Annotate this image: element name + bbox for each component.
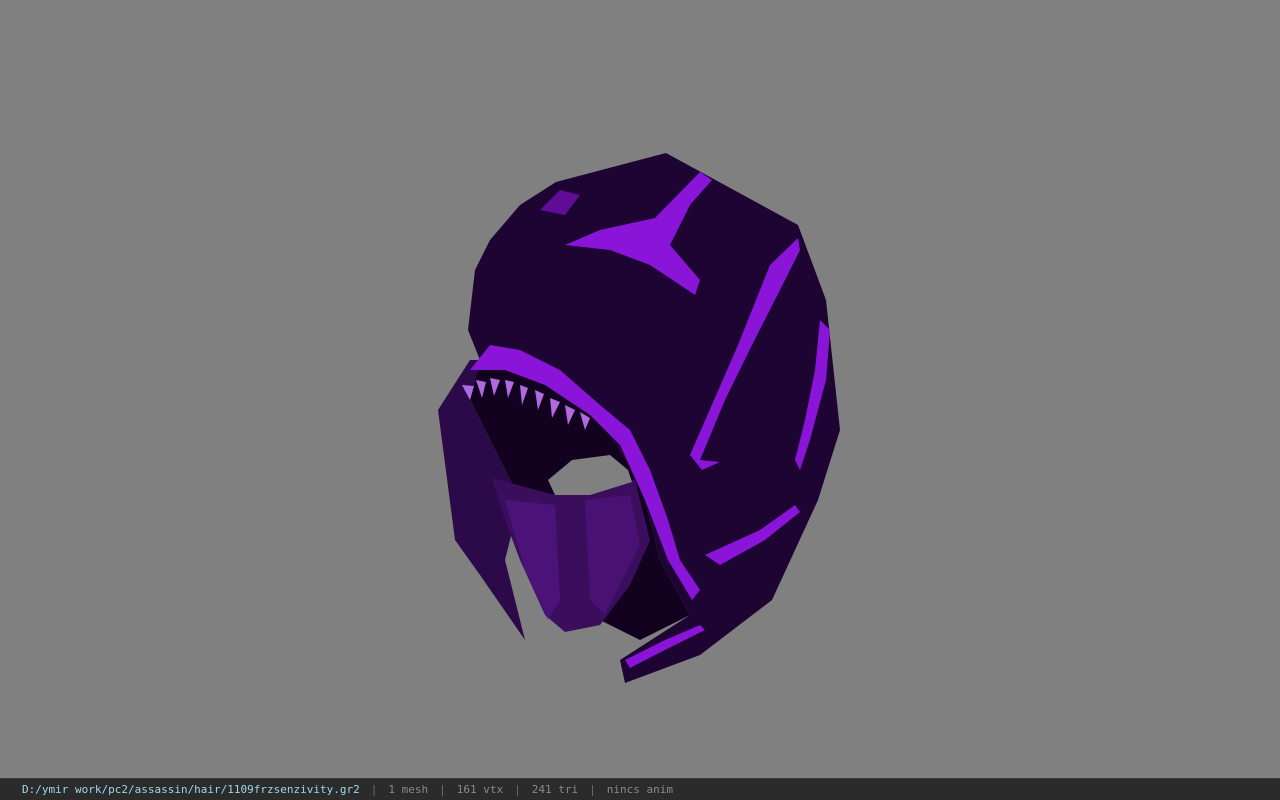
anim-status: nincs anim [606, 783, 673, 796]
status-bar: D:/ymir work/pc2/assassin/hair/1109frzse… [0, 778, 1280, 800]
model-render [438, 153, 840, 683]
separator: | [514, 783, 521, 796]
separator: | [589, 783, 596, 796]
separator: | [439, 783, 446, 796]
separator: | [370, 783, 378, 796]
file-path: D:/ymir work/pc2/assassin/hair/1109frzse… [22, 783, 360, 796]
triangle-count: 241 tri [531, 783, 579, 796]
mesh-count: 1 mesh [388, 783, 429, 796]
3d-viewport[interactable] [0, 0, 1280, 778]
vertex-count: 161 vtx [456, 783, 504, 796]
